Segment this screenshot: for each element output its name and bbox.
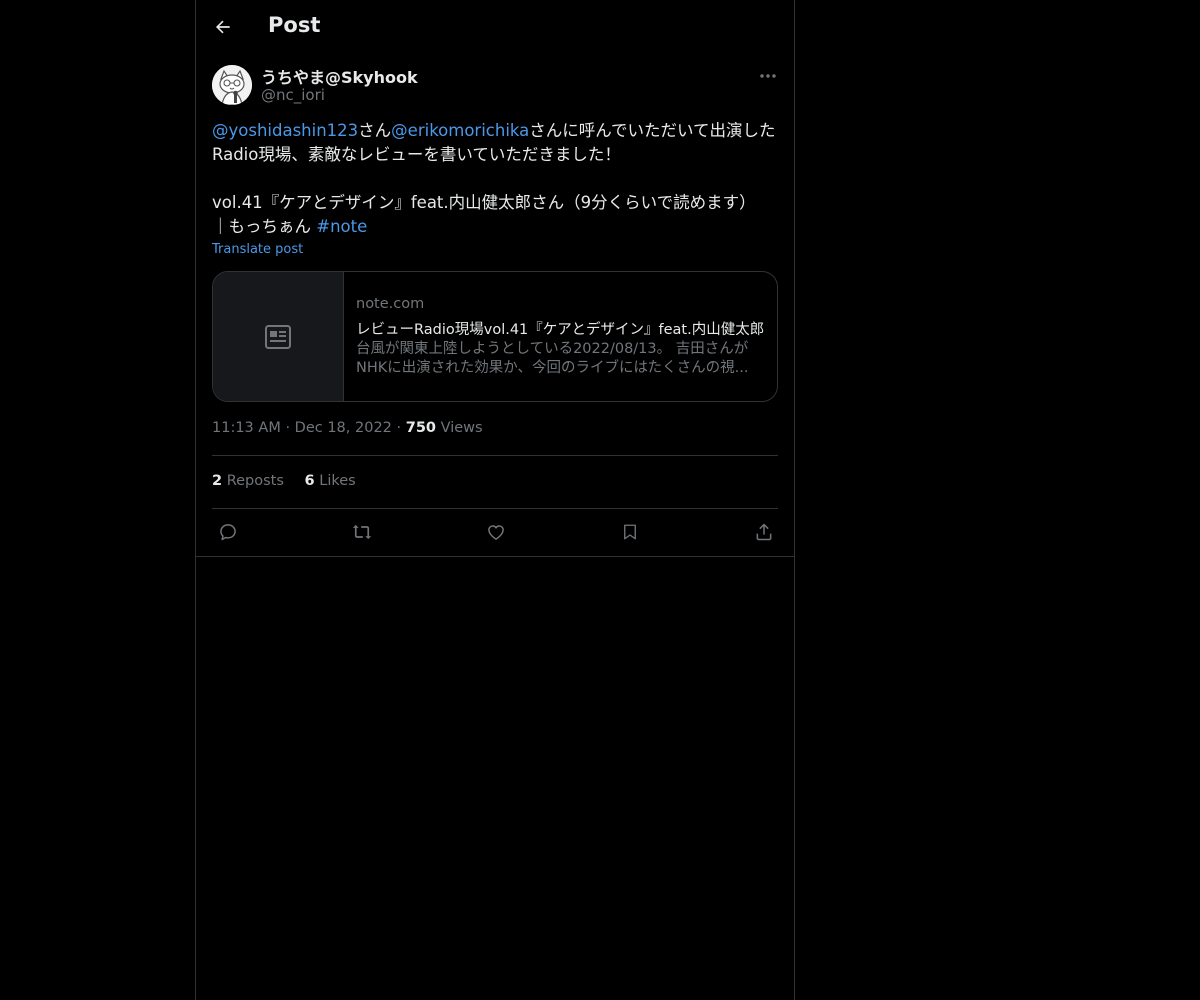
author-handle[interactable]: @nc_iori (261, 86, 325, 104)
more-horizontal-icon (760, 74, 776, 78)
avatar[interactable] (212, 65, 252, 105)
post-text-segment: さん (358, 121, 392, 140)
like-button[interactable] (483, 519, 509, 545)
bookmark-button[interactable] (617, 519, 643, 545)
reposts-label: Reposts (222, 473, 284, 489)
share-button[interactable] (751, 519, 777, 545)
post-line-4: vol.41『ケアとデザイン』feat.内山健太郎さん（9分くらいで読めます） (212, 193, 756, 212)
meta-separator: · (285, 420, 291, 436)
post-blank-line (212, 167, 782, 191)
likes-count: 6 (304, 473, 315, 489)
post-text-segment: ｜もっちぁん (212, 217, 317, 236)
post-line-5: ｜もっちぁん #note (212, 215, 782, 239)
mention-link[interactable]: @yoshidashin123 (212, 121, 358, 140)
likes-stat[interactable]: 6 Likes (305, 473, 356, 489)
post-meta: 11:13 AM · Dec 18, 2022 · 750 Views (212, 420, 483, 436)
share-icon (756, 523, 772, 541)
post-body: @yoshidashin123さん@erikomorichikaさんに呼んでいた… (212, 119, 782, 239)
meta-separator: · (396, 420, 402, 436)
hashtag-link[interactable]: #note (316, 217, 367, 236)
mention-link[interactable]: @erikomorichika (391, 121, 529, 140)
likes-label: Likes (314, 473, 356, 489)
link-card-desc-line: 台風が関東上陸しようとしている2022/08/13。 吉田さんが (356, 341, 749, 357)
post-column: Post うちやま@Skyhook @nc_iori @yoshidashin1… (195, 0, 795, 1000)
post-line-1: @yoshidashin123さん@erikomorichikaさんに呼んでいた… (212, 119, 782, 143)
divider (212, 455, 778, 456)
link-card-domain: note.com (356, 296, 425, 312)
post-text-segment: さんに呼んでいただいて出演した (529, 121, 776, 140)
reposts-count: 2 (212, 473, 223, 489)
repost-button[interactable] (349, 519, 375, 545)
link-card-title: レビューRadio現場vol.41『ケアとデザイン』feat.内山健太郎 (356, 322, 765, 338)
post-header: Post (196, 0, 794, 54)
avatar-illustration-icon (212, 65, 252, 105)
translate-post-link[interactable]: Translate post (212, 242, 303, 257)
link-preview-card[interactable]: note.com レビューRadio現場vol.41『ケアとデザイン』feat.… (212, 271, 778, 402)
post-time[interactable]: 11:13 AM (212, 420, 281, 436)
post-date[interactable]: Dec 18, 2022 (295, 420, 392, 436)
author-display-name[interactable]: うちやま@Skyhook (261, 64, 418, 88)
page-title: Post (268, 13, 321, 37)
reposts-stat[interactable]: 2 Reposts (212, 473, 284, 489)
divider (196, 556, 794, 557)
link-card-description: 台風が関東上陸しようとしている2022/08/13。 吉田さんが NHKに出演さ… (356, 340, 768, 378)
like-icon (488, 525, 504, 540)
link-card-desc-line: NHKに出演された効果か、今回のライブにはたくさんの視... (356, 360, 749, 376)
action-bar (196, 508, 794, 556)
reply-icon (220, 524, 236, 541)
article-icon (265, 324, 291, 349)
more-options-button[interactable] (756, 66, 780, 86)
link-card-thumbnail (213, 272, 344, 401)
post-line-2: Radio現場、素敵なレビューを書いていただきました！ (212, 145, 621, 164)
back-button[interactable] (208, 12, 238, 42)
post-stats: 2 Reposts 6 Likes (212, 473, 372, 489)
arrow-left-icon (216, 20, 230, 34)
views-count: 750 (405, 420, 437, 436)
bookmark-icon (624, 524, 636, 540)
views-label: Views (436, 420, 483, 436)
repost-icon (352, 524, 372, 540)
reply-button[interactable] (215, 519, 241, 545)
